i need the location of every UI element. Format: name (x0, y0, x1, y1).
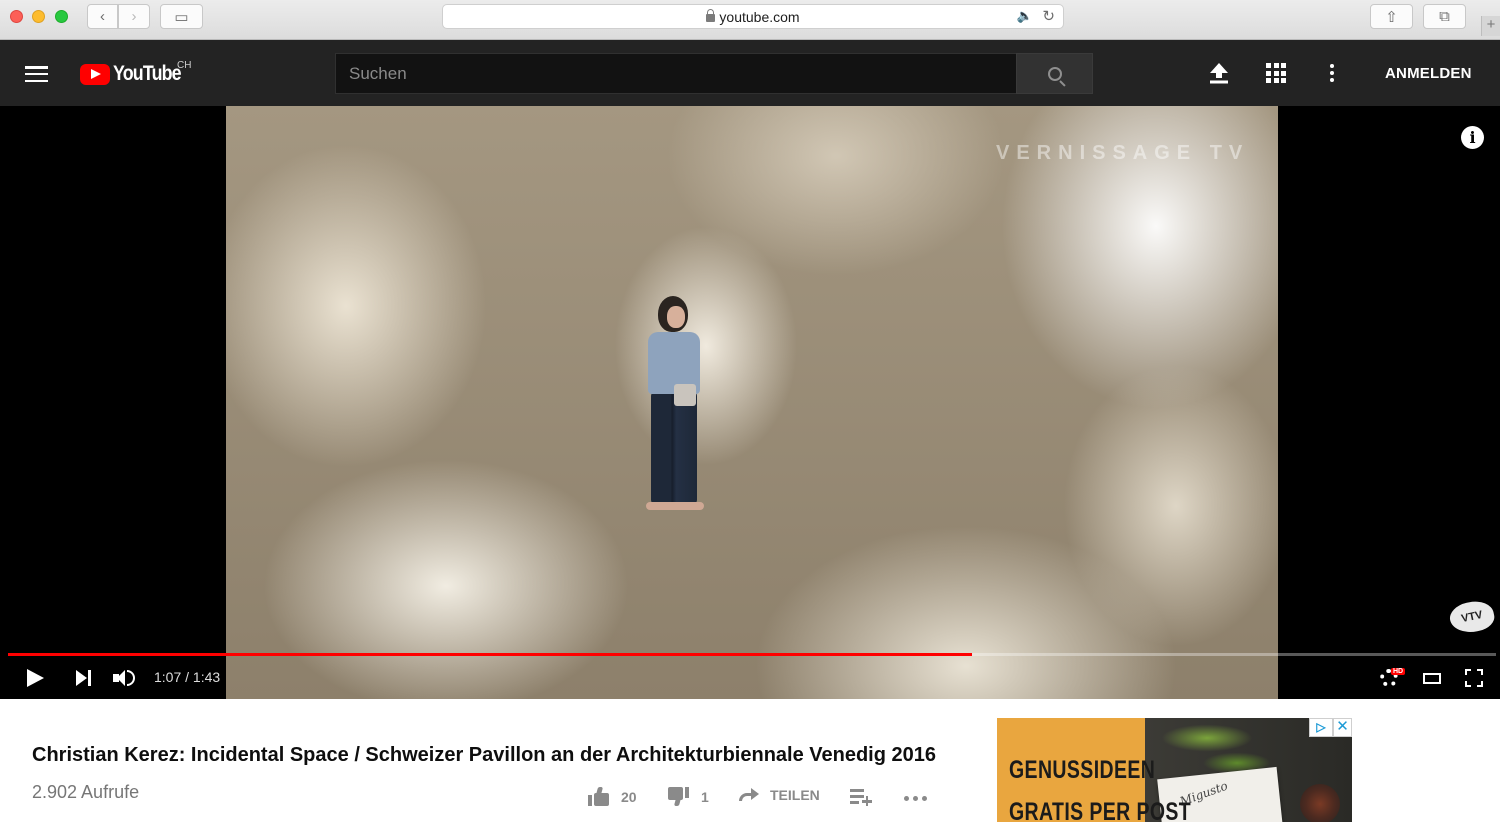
time-display: 1:07 / 1:43 (154, 669, 221, 685)
volume-button[interactable] (113, 664, 139, 692)
view-count: 2.902 Aufrufe (32, 782, 140, 802)
play-button[interactable] (27, 664, 45, 692)
like-count: 20 (621, 788, 637, 805)
share-arrow-icon (739, 788, 759, 802)
channel-brand-icon[interactable]: VTV (1447, 597, 1497, 637)
upload-icon[interactable] (1209, 62, 1229, 84)
progress-bar-fill (8, 653, 973, 656)
browser-toolbar: ‹ › ▭ youtube.com 🔈 ↻ ⇧ ⧉ + (0, 0, 1500, 40)
chevron-left-icon: ‹ (100, 8, 105, 25)
youtube-logo[interactable]: YouTube (80, 62, 193, 86)
new-tab-button[interactable]: + (1481, 16, 1500, 36)
ad-spice-bowl-image (1300, 784, 1340, 822)
search-input[interactable]: Suchen (335, 53, 1017, 94)
theater-mode-button[interactable] (1423, 664, 1443, 692)
thumbs-down-icon (668, 787, 689, 806)
share-video-button[interactable]: TEILEN (739, 787, 820, 803)
video-frame[interactable]: VERNISSAGE TV (226, 106, 1278, 699)
video-player[interactable]: VERNISSAGE TV i VTV 1:07 / 1:43 HD (0, 106, 1500, 699)
theater-icon (1423, 672, 1441, 684)
show-tabs-button[interactable]: ⧉ (1423, 4, 1466, 29)
play-icon (27, 669, 44, 687)
logo-text: YouTube (113, 62, 182, 85)
advertisement[interactable]: Migusto GENUSSIDEEN GRATIS PER POST (997, 718, 1352, 822)
hd-badge: HD (1391, 668, 1406, 675)
back-button[interactable]: ‹ (87, 4, 118, 29)
ad-headline: GENUSSIDEEN (1009, 756, 1156, 784)
video-watermark: VERNISSAGE TV (996, 142, 1250, 164)
share-icon: ⇧ (1385, 8, 1398, 26)
forward-button[interactable]: › (118, 4, 150, 29)
lock-icon (706, 8, 716, 22)
sidebar-toggle-button[interactable]: ▭ (160, 4, 203, 29)
menu-icon[interactable] (25, 66, 48, 82)
search-button[interactable] (1016, 53, 1093, 94)
share-label: TEILEN (770, 787, 820, 803)
share-button[interactable]: ⇧ (1370, 4, 1413, 29)
thumbs-up-icon (588, 787, 609, 806)
info-icon[interactable]: i (1461, 126, 1484, 149)
fullscreen-button[interactable] (1465, 664, 1485, 692)
audio-playing-icon[interactable]: 🔈 (1017, 8, 1033, 24)
address-url: youtube.com (719, 8, 800, 25)
dislike-button[interactable]: 1 (668, 787, 709, 806)
reload-icon[interactable]: ↻ (1042, 7, 1055, 25)
signin-button[interactable]: ANMELDEN (1385, 65, 1472, 82)
sidebar-icon: ▭ (174, 8, 189, 26)
minimize-window-button[interactable] (32, 10, 45, 23)
like-button[interactable]: 20 (588, 787, 637, 806)
next-icon (76, 670, 87, 686)
more-actions-icon[interactable] (904, 796, 927, 801)
add-to-playlist-icon[interactable] (850, 789, 872, 806)
next-button[interactable] (76, 664, 94, 692)
search-icon (1047, 66, 1062, 81)
video-title: Christian Kerez: Incidental Space / Schw… (32, 744, 937, 766)
country-code: CH (177, 60, 192, 71)
search-placeholder: Suchen (349, 63, 407, 83)
youtube-header: YouTube CH Suchen ANMELDEN (0, 40, 1500, 106)
progress-bar[interactable] (8, 653, 1496, 656)
tabs-icon: ⧉ (1439, 8, 1450, 25)
ad-subline: GRATIS PER POST (1009, 798, 1192, 822)
fullscreen-icon (1465, 669, 1483, 687)
more-vertical-icon[interactable] (1330, 64, 1334, 82)
person-in-cave (636, 296, 716, 526)
close-window-button[interactable] (10, 10, 23, 23)
youtube-play-logo-icon (80, 63, 110, 85)
address-bar[interactable]: youtube.com 🔈 ↻ (442, 4, 1064, 29)
ad-close-icon[interactable]: ✕ (1333, 718, 1352, 737)
apps-grid-icon[interactable] (1266, 63, 1286, 83)
chevron-right-icon: › (131, 8, 137, 25)
adchoices-icon[interactable]: ▷ (1309, 718, 1333, 737)
zoom-window-button[interactable] (55, 10, 68, 23)
dislike-count: 1 (701, 788, 709, 805)
